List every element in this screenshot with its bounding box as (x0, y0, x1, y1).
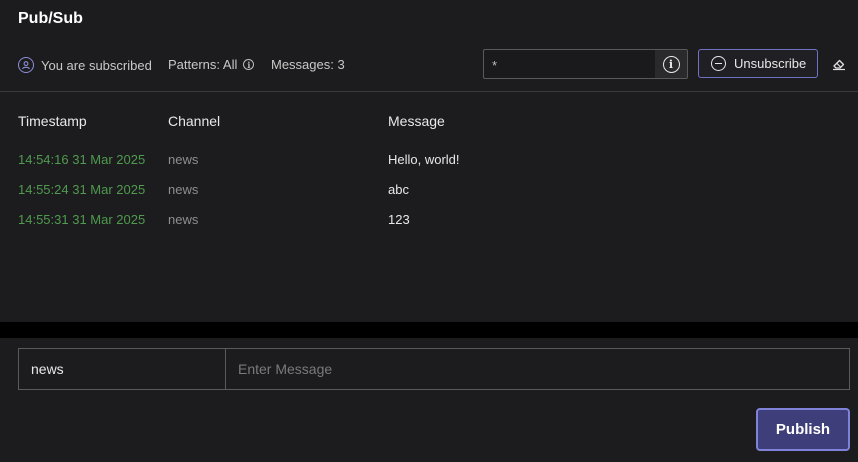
channel-cell: news (168, 182, 199, 197)
channel-cell: news (168, 212, 199, 227)
patterns-label: Patterns: All (168, 57, 238, 72)
table-row: 14:55:31 31 Mar 2025 news 123 (18, 212, 838, 232)
messages-count-label: Messages: 3 (271, 57, 345, 72)
messages-count: Messages: 3 (271, 57, 345, 72)
subscription-status: You are subscribed (18, 57, 152, 73)
message-cell: abc (388, 182, 409, 197)
message-input[interactable] (226, 349, 849, 389)
channel-input[interactable] (19, 349, 226, 389)
header-divider (0, 91, 858, 92)
unsubscribe-label: Unsubscribe (734, 56, 807, 71)
column-header-timestamp: Timestamp (18, 113, 87, 129)
column-header-channel: Channel (168, 113, 221, 129)
column-header-message: Message (388, 113, 445, 129)
message-cell: Hello, world! (388, 152, 460, 167)
publish-form (18, 348, 850, 390)
channel-cell: news (168, 152, 199, 167)
timestamp-cell: 14:55:31 31 Mar 2025 (18, 212, 146, 227)
publish-button[interactable]: Publish (756, 408, 850, 451)
message-cell: 123 (388, 212, 410, 227)
table-row: 14:55:24 31 Mar 2025 news abc (18, 182, 838, 202)
patterns-status: Patterns: All i (168, 57, 255, 72)
pubsub-panel: Pub/Sub You are subscribed Patterns: All… (0, 0, 858, 462)
resize-divider[interactable] (0, 322, 858, 338)
info-icon[interactable]: i (243, 59, 255, 70)
timestamp-cell: 14:55:24 31 Mar 2025 (18, 182, 146, 197)
eraser-icon (833, 59, 845, 71)
minus-circle-icon (711, 56, 726, 71)
timestamp-cell: 14:54:16 31 Mar 2025 (18, 152, 146, 167)
table-row: 14:54:16 31 Mar 2025 news Hello, world! (18, 152, 838, 172)
info-icon: i (662, 55, 680, 73)
pattern-info-button[interactable]: i (655, 50, 687, 78)
clear-messages-button[interactable] (830, 56, 848, 72)
unsubscribe-button[interactable]: Unsubscribe (698, 49, 818, 78)
pattern-input[interactable] (484, 50, 664, 80)
page-title: Pub/Sub (18, 10, 83, 27)
pattern-filter: i (483, 49, 688, 80)
subscribed-label: You are subscribed (41, 57, 152, 73)
user-circle-icon (18, 57, 34, 73)
